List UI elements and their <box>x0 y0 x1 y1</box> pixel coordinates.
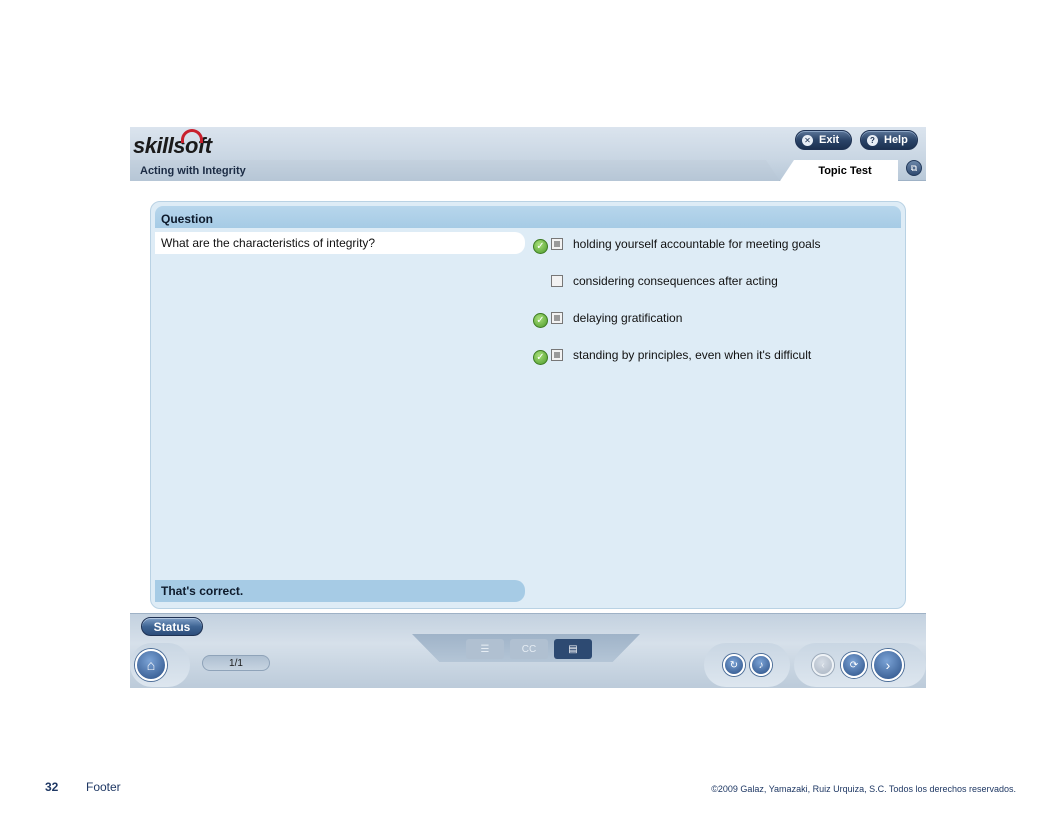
audio-button[interactable]: ♪ <box>750 654 772 676</box>
answer-checkbox[interactable] <box>551 349 563 361</box>
exit-label: Exit <box>819 134 840 146</box>
help-label: Help <box>884 134 908 146</box>
slide-footer-label: Footer <box>86 780 121 794</box>
help-button[interactable]: ? Help <box>860 130 918 150</box>
media-cluster <box>704 643 790 687</box>
checkmark-icon: ✓ <box>533 313 548 328</box>
checkmark-icon: ✓ <box>533 350 548 365</box>
logo-arc-icon <box>181 129 203 143</box>
transcript-tab[interactable]: ☰ <box>466 639 504 659</box>
answer-label: considering consequences after acting <box>573 274 778 288</box>
answer-label: delaying gratification <box>573 311 683 325</box>
content-area: Question What are the characteristics of… <box>130 181 926 613</box>
answer-checkbox[interactable] <box>551 312 563 324</box>
back-button[interactable]: ‹ <box>812 654 834 676</box>
captions-icon: CC <box>521 643 537 655</box>
course-title: Acting with Integrity <box>140 165 246 177</box>
slide-page-number: 32 <box>45 780 59 794</box>
question-icon: ? <box>867 134 878 146</box>
answer-option[interactable]: ✓ holding yourself accountable for meeti… <box>533 232 903 269</box>
control-bar: Status ⌂ 1/1 ☰ CC ▤ ↻ ♪ ‹ ⟳ › <box>130 613 926 688</box>
next-button[interactable]: › <box>872 649 904 681</box>
refresh-icon: ⟳ <box>849 659 859 671</box>
tab-topic-test-label: Topic Test <box>818 164 872 177</box>
course-player: skillsoft Acting with Integrity ✕ Exit ?… <box>130 127 926 688</box>
answer-label: standing by principles, even when it's d… <box>573 348 812 362</box>
question-panel: Question What are the characteristics of… <box>150 201 906 609</box>
chevron-left-icon: ‹ <box>821 659 825 671</box>
answer-option[interactable]: ✓ delaying gratification <box>533 306 903 343</box>
document-tab[interactable]: ▤ <box>554 639 592 659</box>
home-icon: ⌂ <box>146 657 156 673</box>
replay-button[interactable]: ↻ <box>723 654 745 676</box>
feedback-message: That's correct. <box>155 580 525 602</box>
status-button[interactable]: Status <box>141 617 203 636</box>
exit-button[interactable]: ✕ Exit <box>795 130 852 150</box>
copyright-text: ©2009 Galaz, Yamazaki, Ruiz Urquiza, S.C… <box>711 784 1016 794</box>
popout-icon[interactable]: ⧉ <box>906 160 922 176</box>
close-icon: ✕ <box>802 134 813 146</box>
document-icon: ▤ <box>568 643 578 655</box>
question-heading: Question <box>155 206 901 228</box>
tab-topic-test[interactable]: Topic Test <box>780 160 898 181</box>
status-label: Status <box>153 619 191 634</box>
captions-tab[interactable]: CC <box>510 639 548 659</box>
answer-list: ✓ holding yourself accountable for meeti… <box>533 232 903 380</box>
chevron-right-icon: › <box>885 657 891 673</box>
home-button[interactable]: ⌂ <box>135 649 167 681</box>
player-header: skillsoft Acting with Integrity ✕ Exit ?… <box>130 127 926 181</box>
page-indicator: 1/1 <box>202 655 270 671</box>
refresh-button[interactable]: ⟳ <box>841 652 867 678</box>
question-text: What are the characteristics of integrit… <box>155 232 525 254</box>
speaker-icon: ♪ <box>758 659 764 671</box>
replay-icon: ↻ <box>729 659 739 671</box>
answer-checkbox[interactable] <box>551 238 563 250</box>
answer-label: holding yourself accountable for meeting… <box>573 237 821 251</box>
answer-option[interactable]: considering consequences after acting <box>533 269 903 306</box>
answer-option[interactable]: ✓ standing by principles, even when it's… <box>533 343 903 380</box>
checkmark-icon: ✓ <box>533 239 548 254</box>
list-icon: ☰ <box>480 643 490 655</box>
answer-checkbox[interactable] <box>551 275 563 287</box>
skillsoft-logo: skillsoft <box>133 129 212 159</box>
